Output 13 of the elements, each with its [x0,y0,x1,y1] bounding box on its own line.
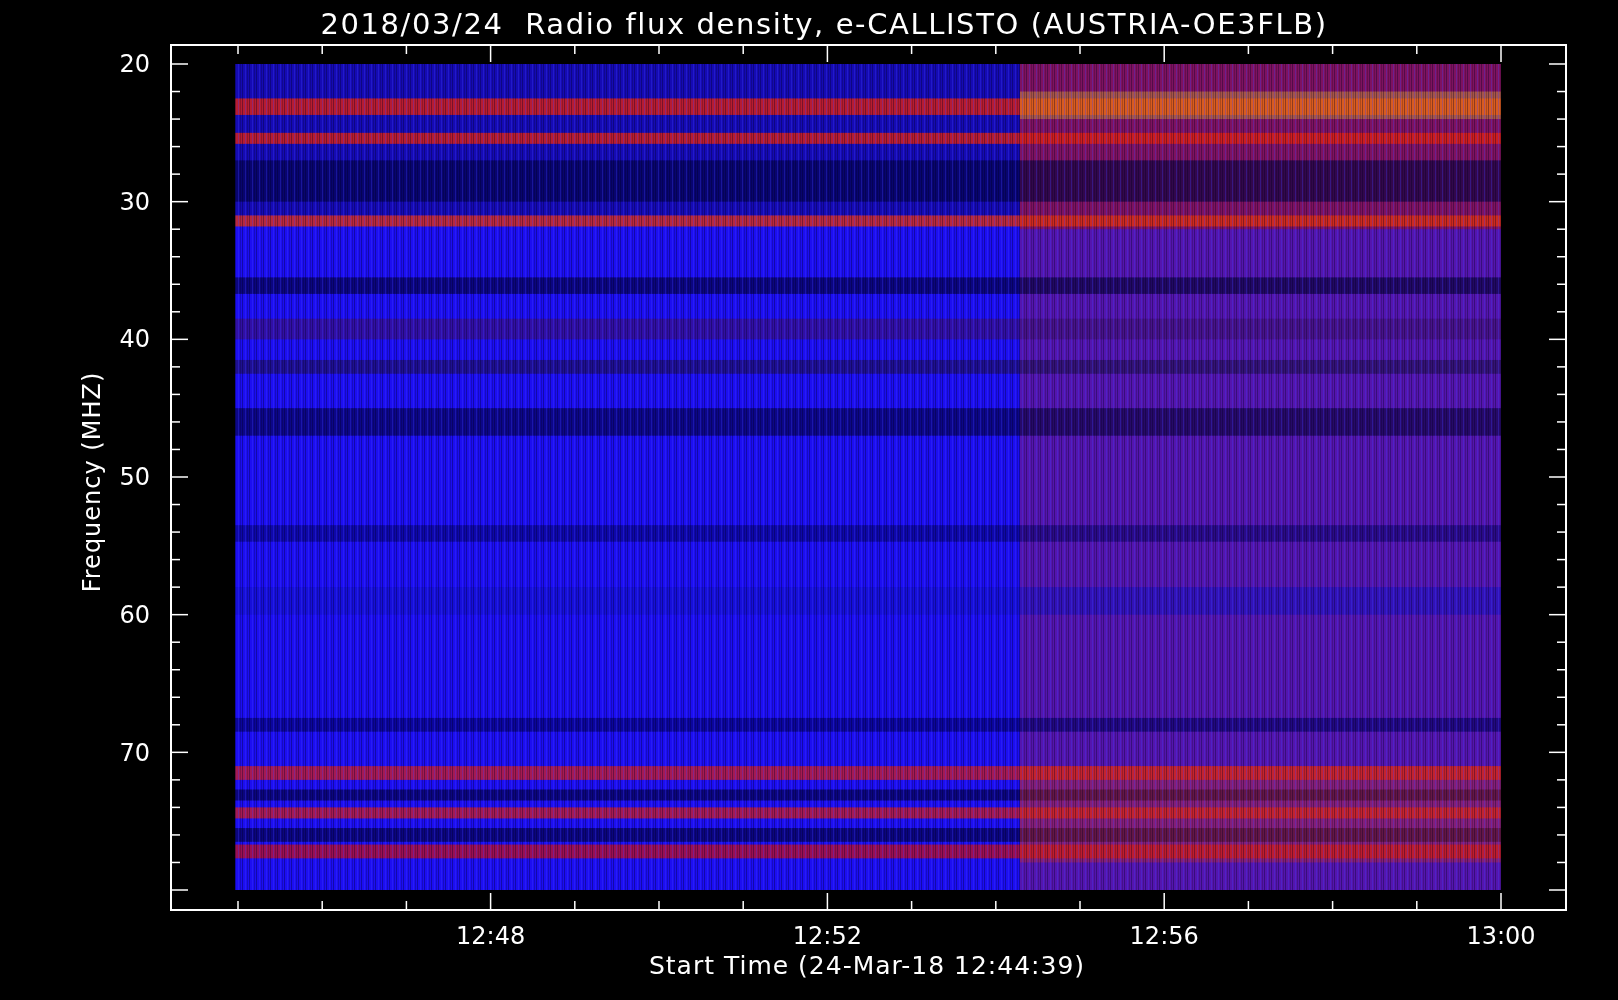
y-tick-label: 70 [119,738,150,767]
y-tick-label: 20 [119,50,150,78]
x-tick-label: 12:52 [792,922,862,950]
x-tick-label: 12:56 [1129,922,1199,950]
y-tick-label: 60 [119,600,150,629]
y-tick-label: 40 [119,325,150,354]
y-axis-label: Frequency (MHZ) [78,371,106,593]
chart-title: 2018/03/24 Radio flux density, e-CALLISTO (AUSTRIA-OE3FLB) [319,6,1329,43]
x-axis-label: Start Time (24-Mar-18 12:44:39) [648,951,1086,981]
y-tick-label: 30 [119,187,150,216]
y-tick-label: 50 [119,463,150,492]
x-tick-label: 13:00 [1466,922,1536,950]
x-tick-label: 12:48 [456,922,526,950]
